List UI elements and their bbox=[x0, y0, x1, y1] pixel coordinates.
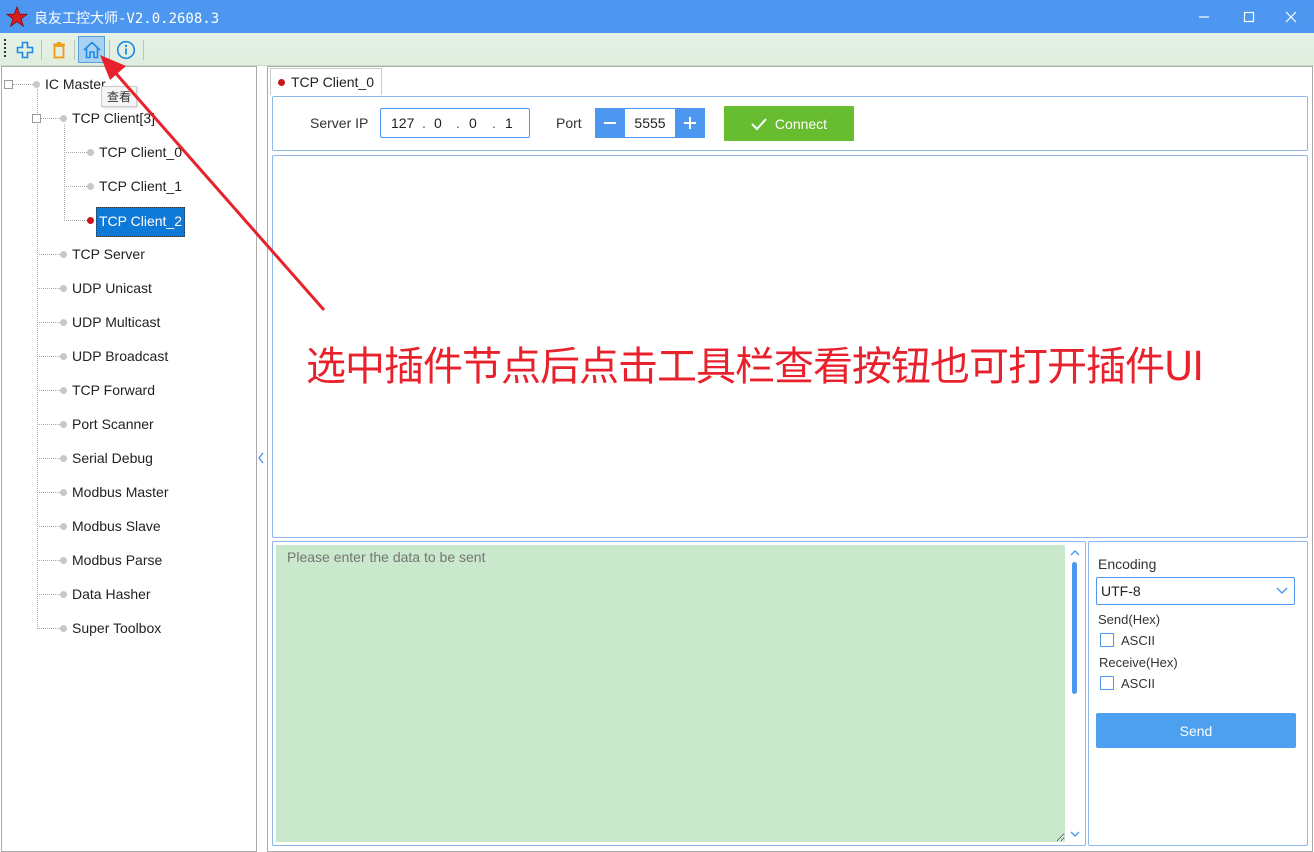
ip-octet-2[interactable]: 0 bbox=[434, 115, 442, 131]
encoding-label: Encoding bbox=[1098, 556, 1157, 572]
receive-hex-label: Receive(Hex) bbox=[1099, 655, 1178, 670]
tab-label: TCP Client_0 bbox=[291, 74, 375, 90]
send-ascii-label: ASCII bbox=[1121, 633, 1155, 648]
tree-item-udp-multicast[interactable]: UDP Multicast bbox=[72, 310, 160, 334]
server-ip-input[interactable]: 127 . 0 . 0 . 1 bbox=[380, 108, 530, 138]
tree-item-data-hasher[interactable]: Data Hasher bbox=[72, 582, 151, 606]
delete-icon bbox=[52, 41, 65, 58]
send-input[interactable] bbox=[276, 545, 1065, 842]
tree-item-super-toolbox[interactable]: Super Toolbox bbox=[72, 616, 161, 640]
info-icon bbox=[116, 40, 135, 59]
port-label: Port bbox=[556, 115, 582, 131]
connect-button[interactable]: Connect bbox=[724, 106, 854, 141]
scroll-down-icon[interactable] bbox=[1067, 828, 1083, 840]
tree-item-udp-unicast[interactable]: UDP Unicast bbox=[72, 276, 152, 300]
about-button[interactable] bbox=[112, 36, 139, 63]
tree-root[interactable]: IC Master bbox=[45, 72, 106, 96]
port-decrement-button[interactable] bbox=[595, 108, 625, 138]
send-button[interactable]: Send bbox=[1096, 713, 1296, 748]
encoding-select[interactable]: UTF-8 bbox=[1096, 577, 1295, 605]
toolbar bbox=[0, 33, 1314, 66]
receive-ascii-checkbox[interactable] bbox=[1100, 676, 1114, 690]
add-button[interactable] bbox=[11, 36, 38, 63]
tree-item-tcp-forward[interactable]: TCP Forward bbox=[72, 378, 155, 402]
window-title: 良友工控大师-V2.0.2608.3 bbox=[34, 11, 220, 27]
maximize-button[interactable] bbox=[1226, 0, 1272, 33]
status-dot bbox=[278, 79, 285, 86]
port-input[interactable]: 5555 bbox=[625, 108, 675, 138]
maximize-icon bbox=[1243, 11, 1255, 22]
server-ip-label: Server IP bbox=[310, 115, 369, 131]
tree-item-tcp-client-1[interactable]: TCP Client_1 bbox=[99, 174, 182, 198]
tree-item-port-scanner[interactable]: Port Scanner bbox=[72, 412, 154, 436]
tab-tcp-client-0[interactable]: TCP Client_0 bbox=[270, 68, 382, 95]
annotation-text: 选中插件节点后点击工具栏查看按钮也可打开插件UI bbox=[306, 344, 1204, 390]
toolbar-tooltip: 查看 bbox=[101, 86, 138, 107]
ip-octet-1[interactable]: 127 bbox=[391, 115, 414, 131]
minus-icon bbox=[604, 122, 616, 124]
tree-group-tcp-client[interactable]: TCP Client[3] bbox=[72, 106, 155, 130]
connect-label: Connect bbox=[774, 115, 828, 132]
tree-item-serial-debug[interactable]: Serial Debug bbox=[72, 446, 153, 470]
tree-item-modbus-slave[interactable]: Modbus Slave bbox=[72, 514, 161, 538]
tree-item-modbus-parse[interactable]: Modbus Parse bbox=[72, 548, 162, 572]
tree-item-modbus-master[interactable]: Modbus Master bbox=[72, 480, 168, 504]
close-icon bbox=[1285, 11, 1297, 22]
collapse-panel-icon[interactable] bbox=[256, 451, 266, 465]
minimize-button[interactable] bbox=[1181, 0, 1227, 33]
toolbar-grip[interactable] bbox=[4, 39, 7, 59]
check-icon bbox=[751, 117, 767, 130]
title-bar: 良友工控大师-V2.0.2608.3 bbox=[0, 0, 1314, 33]
star-icon bbox=[6, 6, 28, 28]
close-button[interactable] bbox=[1268, 0, 1314, 33]
group-expander[interactable] bbox=[32, 114, 41, 123]
send-ascii-checkbox[interactable] bbox=[1100, 633, 1114, 647]
tree-item-udp-broadcast[interactable]: UDP Broadcast bbox=[72, 344, 168, 368]
send-hex-label: Send(Hex) bbox=[1098, 612, 1161, 627]
scroll-up-icon[interactable] bbox=[1067, 547, 1083, 559]
delete-button[interactable] bbox=[45, 36, 72, 63]
port-increment-button[interactable] bbox=[675, 108, 705, 138]
home-icon bbox=[82, 41, 101, 58]
tree-item-tcp-client-0[interactable]: TCP Client_0 bbox=[99, 140, 182, 164]
receive-ascii-label: ASCII bbox=[1121, 676, 1155, 691]
encoding-value: UTF-8 bbox=[1101, 583, 1141, 599]
tree-item-tcp-server[interactable]: TCP Server bbox=[72, 242, 145, 266]
add-icon bbox=[16, 41, 33, 58]
chevron-down-icon bbox=[1276, 587, 1288, 594]
tree-item-tcp-client-2[interactable]: TCP Client_2 bbox=[96, 207, 186, 237]
ip-octet-3[interactable]: 0 bbox=[469, 115, 477, 131]
view-button[interactable] bbox=[78, 36, 105, 63]
scroll-thumb[interactable] bbox=[1072, 562, 1077, 694]
minimize-icon bbox=[1199, 15, 1209, 18]
plus-icon bbox=[684, 117, 696, 129]
ip-octet-4[interactable]: 1 bbox=[505, 115, 513, 131]
root-expander[interactable] bbox=[4, 80, 13, 89]
